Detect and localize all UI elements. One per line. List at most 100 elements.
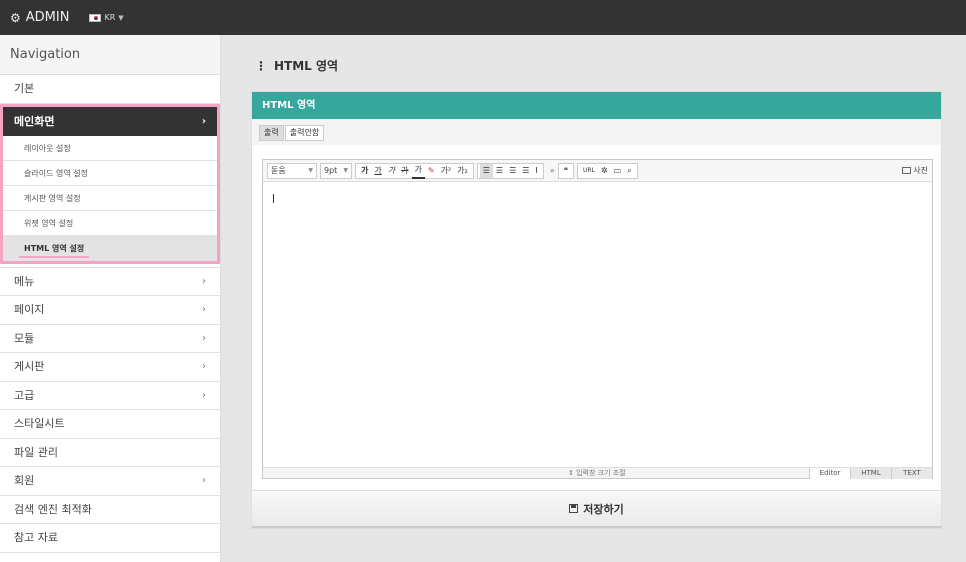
sidebar-item-label: 검색 엔진 최적화 — [14, 502, 92, 516]
underline-icon[interactable]: 가 — [371, 164, 384, 178]
floppy-disk-icon — [569, 504, 579, 513]
table-icon[interactable]: ▭ — [611, 164, 625, 178]
tab-html-mode[interactable]: HTML — [850, 468, 891, 479]
caret-down-icon: ▼ — [118, 13, 124, 22]
sidebar: Navigation 기본 메인화면 › 레이아웃 설정 슬라이드 영역 설정 … — [0, 35, 221, 562]
sidebar-item-label: 참고 자료 — [14, 531, 58, 544]
sidebar-item-label: 메뉴 — [14, 274, 35, 288]
panel-header: HTML 영역 — [252, 92, 941, 119]
sidebar-subitem-layout[interactable]: 레이아웃 설정 — [3, 135, 217, 161]
align-group: ☰ ☰ ☰ ☰ I — [476, 162, 544, 179]
sidebar-item-page[interactable]: 페이지 › — [0, 296, 220, 325]
sidebar-item-label: 고급 — [14, 388, 35, 402]
gears-icon: ⚙ — [10, 10, 21, 25]
font-size-value: 9pt — [324, 166, 338, 175]
tab-no-output[interactable]: 출력안함 — [284, 125, 325, 141]
sidebar-item-board[interactable]: 게시판 › — [0, 353, 220, 382]
save-button[interactable]: 저장하기 — [569, 501, 624, 517]
editor-content-area[interactable] — [263, 182, 932, 467]
tab-output[interactable]: 출력 — [259, 125, 284, 141]
resize-handle[interactable]: ⇕ 입력창 크기 조절 — [568, 468, 626, 479]
page-title: ⋮ HTML 영역 — [255, 57, 338, 74]
sidebar-item-label: 스타일시트 — [14, 417, 65, 430]
sidebar-item-members[interactable]: 회원 › — [0, 467, 220, 496]
chevron-right-icon: › — [202, 275, 206, 287]
chevron-right-icon: › — [202, 361, 206, 372]
line-height-icon[interactable]: I — [532, 164, 540, 178]
special-char-icon[interactable]: ✲ — [598, 164, 611, 178]
superscript-icon[interactable]: 가² — [438, 164, 455, 178]
chevron-right-icon: › — [202, 389, 206, 401]
sidebar-subitem-slide[interactable]: 슬라이드 영역 설정 — [3, 160, 217, 186]
sidebar-item-main[interactable]: 메인화면 › — [3, 106, 217, 136]
html-area-panel: HTML 영역 출력 출력안함 돋움 ▼ 9pt ▼ 가 가 가 가 가 ✎ 가² 가… — [251, 91, 942, 529]
font-color-icon[interactable]: 가 — [411, 163, 425, 179]
admin-brand[interactable]: ⚙ ADMIN — [10, 10, 69, 25]
vertical-dots-icon: ⋮ — [255, 58, 267, 73]
language-label: KR — [104, 13, 116, 22]
find-icon[interactable]: ⌕ — [624, 164, 634, 178]
highlight-color-icon[interactable]: ✎ — [425, 164, 438, 178]
sidebar-item-stylesheet[interactable]: 스타일시트 — [0, 410, 220, 439]
chevron-down-icon: ▼ — [308, 167, 313, 174]
language-selector[interactable]: KR ▼ — [89, 13, 124, 22]
sidebar-item-module[interactable]: 모듈 › — [0, 324, 220, 353]
subscript-icon[interactable]: 가₂ — [454, 164, 471, 178]
sidebar-item-label: 모듈 — [14, 331, 35, 345]
rich-text-editor: 돋움 ▼ 9pt ▼ 가 가 가 가 가 ✎ 가² 가₂ ☰ ☰ ☰ ☰ I » ❝ — [262, 159, 933, 479]
font-size-select[interactable]: 9pt ▼ — [320, 162, 352, 179]
top-bar: ⚙ ADMIN KR ▼ — [0, 0, 966, 35]
sidebar-item-label: 메인화면 — [14, 114, 55, 128]
chevron-down-icon: ▼ — [343, 167, 348, 174]
sidebar-subitem-widget[interactable]: 위젯 영역 설정 — [3, 210, 217, 236]
korea-flag-icon — [89, 13, 102, 22]
sidebar-item-label: 페이지 — [14, 303, 45, 316]
insert-group: URL ✲ ▭ ⌕ — [577, 162, 638, 179]
chevron-right-icon: › — [202, 475, 206, 486]
quote-group: ❝ — [557, 162, 574, 179]
page-title-text: HTML 영역 — [274, 59, 339, 73]
align-right-icon[interactable]: ☰ — [506, 164, 519, 178]
sidebar-item-reference[interactable]: 참고 자료 — [0, 524, 220, 553]
sidebar-item-label: 기본 — [14, 82, 35, 95]
editor-mode-tabs: Editor HTML TEXT — [809, 468, 932, 479]
italic-icon[interactable]: 가 — [385, 164, 398, 178]
sidebar-item-seo[interactable]: 검색 엔진 최적화 — [0, 495, 220, 524]
sidebar-item-menu[interactable]: 메뉴 › — [0, 267, 220, 296]
more-icon[interactable]: » — [547, 164, 558, 178]
tab-editor-mode[interactable]: Editor — [809, 468, 850, 479]
editor-toolbar: 돋움 ▼ 9pt ▼ 가 가 가 가 가 ✎ 가² 가₂ ☰ ☰ ☰ ☰ I » ❝ — [263, 160, 932, 182]
sidebar-item-label: 게시판 — [14, 360, 45, 373]
align-left-icon[interactable]: ☰ — [479, 163, 493, 178]
quote-icon[interactable]: ❝ — [561, 164, 571, 178]
sidebar-item-label: 파일 관리 — [14, 445, 58, 459]
chevron-right-icon: › — [202, 304, 206, 315]
sidebar-item-files[interactable]: 파일 관리 — [0, 438, 220, 467]
chevron-right-icon: › — [201, 115, 206, 127]
photo-icon — [902, 167, 912, 174]
sidebar-subitem-board[interactable]: 게시판 영역 설정 — [3, 185, 217, 211]
align-center-icon[interactable]: ☰ — [493, 164, 506, 178]
panel-footer: 저장하기 — [252, 490, 941, 528]
text-style-group: 가 가 가 가 가 ✎ 가² 가₂ — [355, 162, 474, 179]
strikethrough-icon[interactable]: 가 — [398, 164, 411, 178]
nav-heading: Navigation — [0, 35, 220, 75]
photo-label: 사진 — [913, 166, 928, 175]
text-cursor — [273, 194, 274, 203]
brand-label: ADMIN — [25, 10, 70, 25]
sidebar-item-advanced[interactable]: 고급 › — [0, 381, 220, 410]
align-justify-icon[interactable]: ☰ — [519, 164, 532, 178]
bold-icon[interactable]: 가 — [358, 164, 371, 178]
sidebar-subitem-html[interactable]: HTML 영역 설정 — [3, 235, 217, 261]
output-tabs: 출력 출력안함 — [252, 119, 941, 145]
save-label: 저장하기 — [583, 502, 624, 516]
font-family-select[interactable]: 돋움 ▼ — [267, 162, 317, 179]
chevron-right-icon: › — [202, 332, 206, 344]
sidebar-item-basic[interactable]: 기본 — [0, 75, 220, 104]
url-icon[interactable]: URL — [580, 164, 598, 178]
sidebar-item-label: 회원 — [14, 474, 35, 487]
editor-footer: ⇕ 입력창 크기 조절 Editor HTML TEXT — [263, 467, 932, 479]
tab-text-mode[interactable]: TEXT — [891, 468, 932, 479]
insert-photo-button[interactable]: 사진 — [902, 165, 928, 176]
highlight-box: 메인화면 › 레이아웃 설정 슬라이드 영역 설정 게시판 영역 설정 위젯 영… — [0, 103, 220, 264]
